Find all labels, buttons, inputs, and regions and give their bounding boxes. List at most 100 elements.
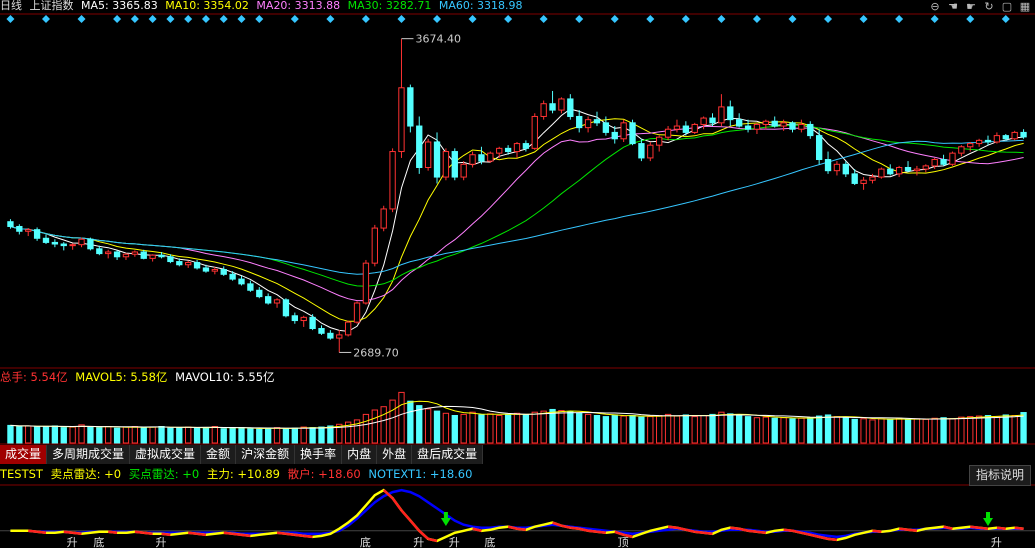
candle-body (656, 136, 663, 146)
candle-body (460, 163, 467, 178)
main-force-down-segment (188, 531, 198, 536)
signal-diamond (788, 15, 797, 23)
volume-bar (673, 415, 681, 444)
volume-bar (1011, 415, 1018, 444)
signal-diamond (77, 15, 86, 23)
candle-body (442, 151, 450, 178)
volume-bar (7, 424, 14, 444)
tab-2[interactable]: 虚拟成交量 (130, 445, 202, 464)
volume-bar (744, 416, 752, 444)
ma60-line (10, 139, 1024, 275)
candle-body (567, 98, 574, 117)
volume-bar (771, 417, 778, 444)
signal-diamond (930, 15, 939, 23)
volume-bar (851, 418, 858, 444)
candle-body (362, 262, 370, 304)
main-force-down-segment (907, 528, 918, 533)
volume-bar (824, 414, 832, 444)
tab-6[interactable]: 内盘 (342, 445, 378, 464)
volume-bar (682, 414, 690, 444)
volume-bar (904, 419, 912, 444)
tab-8[interactable]: 盘后成交量 (412, 445, 484, 464)
notext1: NOTEXT1: +18.60 (368, 467, 473, 481)
tab-1[interactable]: 多周期成交量 (47, 445, 131, 464)
volume-bar (496, 415, 503, 444)
indicator-explain-button[interactable]: 指标说明 (968, 465, 1031, 486)
candle-body (496, 147, 503, 154)
candle-body (611, 131, 618, 140)
volume-bar (282, 428, 290, 444)
volume-bar (264, 427, 272, 444)
candle-body (336, 334, 343, 339)
signal-label: 升 (991, 536, 1002, 548)
volume-bar (931, 417, 938, 444)
main-force-down-segment (232, 532, 242, 537)
main-force-down-segment (1014, 526, 1024, 530)
tab-5[interactable]: 换手率 (295, 445, 343, 464)
volume-bar (469, 411, 476, 444)
main-force-down-segment (516, 527, 527, 531)
main-force-down-segment (978, 526, 989, 530)
volume-bar (51, 425, 59, 444)
volume-bar (860, 418, 867, 444)
candle-body (904, 166, 912, 172)
volume-bar (611, 414, 618, 444)
candle-body (451, 151, 458, 178)
candle-body (167, 256, 174, 263)
volume-bar (753, 417, 761, 444)
tab-7[interactable]: 外盘 (377, 445, 413, 464)
tab-0[interactable]: 成交量 (0, 445, 48, 464)
total-volume: 总手: 5.54亿 (0, 370, 68, 384)
candle-body (771, 120, 778, 127)
candle-body (247, 283, 254, 291)
volume-bar (300, 426, 307, 444)
mavol10-label: MAVOL10: 5.55亿 (175, 370, 275, 384)
candle-body (762, 120, 770, 125)
candle-body (389, 151, 396, 210)
tab-3[interactable]: 金额 (201, 445, 237, 464)
main-force-down-segment (694, 530, 704, 535)
candle-body (256, 289, 263, 298)
volume-bar (593, 415, 601, 444)
signal-diamond (681, 15, 690, 23)
signal-diamond (6, 15, 15, 23)
candle-body (967, 143, 974, 148)
candle-body (558, 98, 565, 111)
candle-body (576, 115, 583, 129)
volume-bar (158, 426, 165, 444)
main-force-down-segment (400, 509, 412, 522)
candle-body (220, 269, 227, 275)
buy-radar: 买点雷达: +0 (128, 467, 200, 481)
candle-body (193, 262, 201, 269)
candle-body (407, 87, 414, 127)
volume-bar (478, 414, 485, 444)
volume-bar (913, 418, 921, 444)
volume-bar (16, 426, 23, 444)
signal-diamond (201, 15, 210, 23)
volume-bar (211, 426, 219, 444)
buy-arrow-icon (983, 518, 994, 526)
main-force-down-segment (756, 530, 766, 535)
low-label: 2689.70 (353, 346, 399, 359)
signal-diamond (717, 15, 726, 23)
main-force-down-segment (285, 532, 295, 537)
candle-body (7, 221, 14, 227)
signal-label: 升 (449, 536, 460, 548)
candle-body (416, 125, 423, 168)
main-force-down-segment (587, 529, 598, 534)
signal-label: 底 (360, 535, 371, 548)
signal-diamond (113, 15, 122, 23)
candle-body (60, 243, 67, 247)
candle-body (327, 332, 334, 339)
retail: 散户: +18.60 (287, 467, 361, 481)
volume-bar (522, 414, 530, 444)
candle-body (1011, 131, 1018, 140)
volume-bar (949, 418, 956, 444)
candle-body (487, 152, 494, 162)
volume-bar (193, 427, 201, 444)
volume-bar (1002, 414, 1009, 444)
main-force-down-segment (391, 497, 403, 512)
tab-4[interactable]: 沪深金额 (236, 445, 296, 464)
candle-body (113, 251, 121, 258)
volume-bar (318, 426, 325, 444)
